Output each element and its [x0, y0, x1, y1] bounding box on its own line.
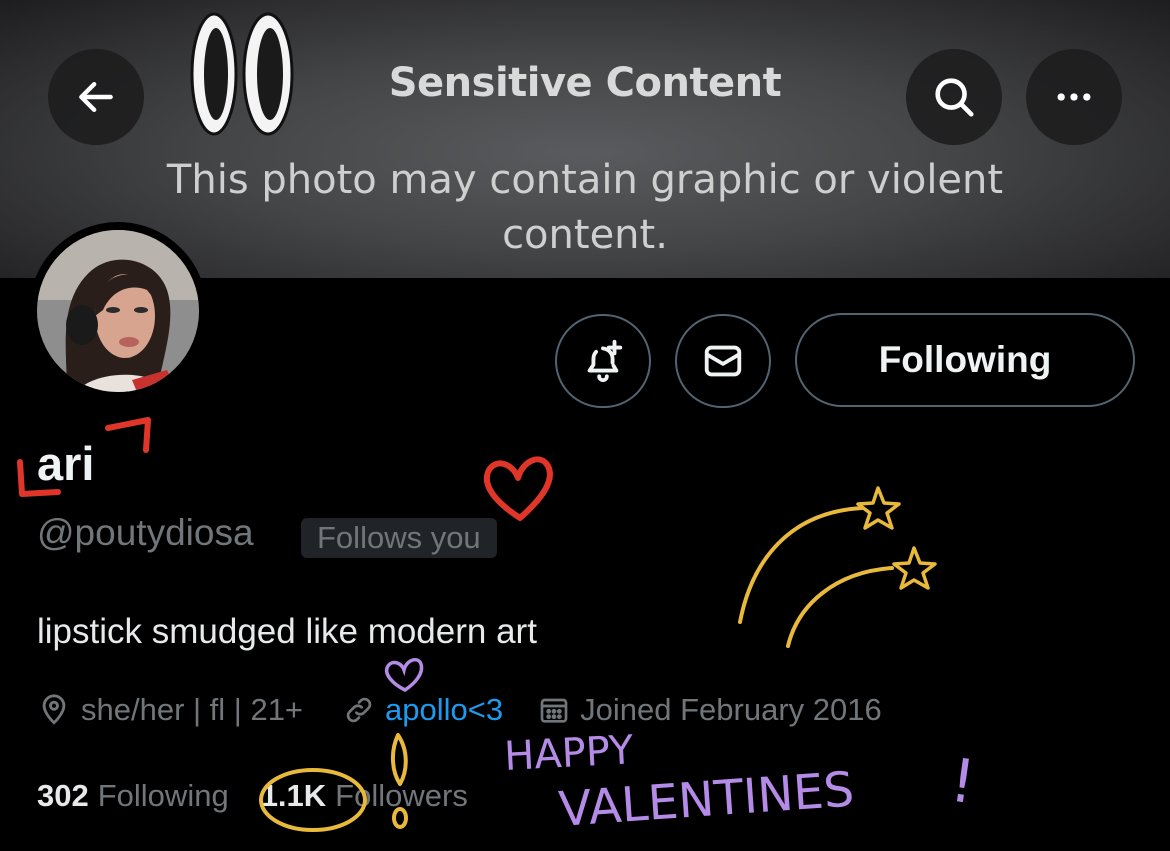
red-bracket-top-doodle — [105, 417, 151, 453]
profile-banner[interactable]: Sensitive Content This photo may contain… — [0, 0, 1170, 278]
valentines-exclamation-doodle: ! — [946, 746, 980, 819]
followers-count: 1.1K — [260, 778, 327, 813]
avatar[interactable] — [29, 222, 207, 400]
display-name: ari — [37, 437, 95, 490]
back-button[interactable] — [48, 49, 144, 145]
yellow-exclamation-doodle — [391, 733, 408, 786]
location-item: she/her | fl | 21+ — [37, 692, 303, 728]
profile-bio: lipstick smudged like modern art — [37, 612, 537, 651]
shooting-star-trail-2-doodle — [786, 566, 894, 648]
follow-stats: 302 Following 1.1K Followers — [37, 778, 468, 814]
website-link[interactable]: apollo<3 — [385, 692, 503, 728]
happy-doodle-text: HAPPY — [503, 727, 635, 780]
arrow-left-icon — [79, 81, 113, 113]
more-horizontal-icon — [1057, 93, 1091, 101]
message-button[interactable] — [675, 314, 771, 408]
followers-count-label: Followers — [335, 778, 468, 813]
shooting-star-trail-1-doodle — [738, 506, 864, 624]
following-button-label: Following — [878, 339, 1052, 380]
sensitive-content-message: This photo may contain graphic or violen… — [166, 157, 1004, 258]
search-icon — [935, 78, 974, 117]
more-button[interactable] — [1026, 49, 1122, 145]
location-pin-icon — [42, 694, 66, 725]
website-item: apollo<3 — [343, 692, 503, 728]
following-count-label: Following — [97, 778, 229, 813]
following-count: 302 — [37, 778, 89, 813]
profile-meta: she/her | fl | 21+ apollo<3 Joined Febru… — [37, 686, 882, 734]
username-handle: @poutydiosa — [37, 512, 254, 553]
calendar-icon — [540, 698, 568, 723]
followers-count-link[interactable]: 1.1K Followers — [261, 778, 468, 814]
following-button[interactable]: Following — [795, 313, 1135, 407]
star-1-doodle — [856, 486, 901, 530]
avatar-image — [37, 230, 199, 392]
envelope-icon — [704, 345, 742, 377]
joined-date: Joined February 2016 — [580, 692, 882, 727]
link-icon — [346, 697, 372, 723]
location-text: she/her | fl | 21+ — [81, 692, 304, 727]
bell-plus-icon — [587, 339, 623, 383]
following-count-link[interactable]: 302 Following — [37, 778, 229, 814]
star-2-doodle — [892, 546, 937, 590]
search-button[interactable] — [906, 49, 1002, 145]
notify-button[interactable] — [555, 314, 651, 408]
joined-item: Joined February 2016 — [538, 692, 882, 728]
follows-you-badge: Follows you — [301, 518, 497, 558]
valentines-doodle-text: VALENTINES — [557, 761, 856, 837]
red-heart-doodle — [483, 456, 553, 521]
